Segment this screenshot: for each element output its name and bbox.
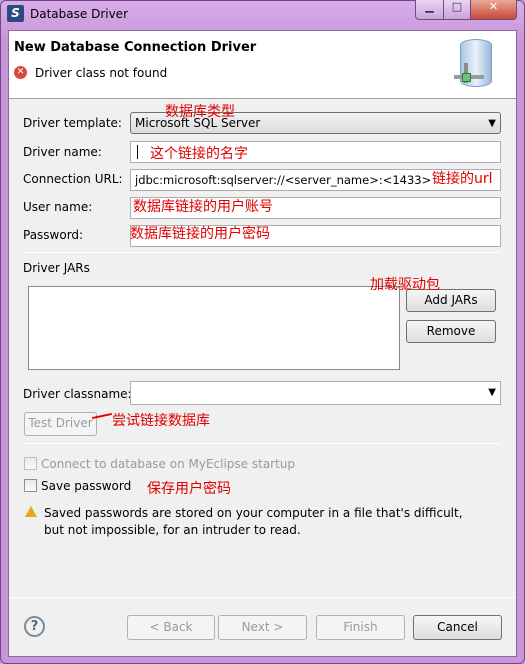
driver-jars-label: Driver JARs <box>23 261 90 275</box>
remove-button[interactable]: Remove <box>406 320 496 343</box>
user-name-label: User name: <box>23 200 93 214</box>
driver-jars-list[interactable] <box>28 286 400 370</box>
close-button[interactable]: ✕ <box>470 0 517 20</box>
save-password-checkbox[interactable] <box>24 479 37 492</box>
annotation-url: 链接的url <box>432 171 493 187</box>
driver-classname-label: Driver classname: <box>23 387 132 401</box>
annotation-template: 数据库类型 <box>165 104 235 120</box>
separator <box>23 443 501 444</box>
connect-startup-checkbox[interactable] <box>24 457 37 470</box>
driver-name-value <box>137 145 138 159</box>
annotation-test: 尝试链接数据库 <box>112 413 210 429</box>
save-password-label: Save password <box>41 479 132 493</box>
error-icon: ✕ <box>14 66 27 79</box>
help-icon[interactable]: ? <box>24 616 45 637</box>
driver-classname-combo[interactable]: ▼ <box>130 381 501 405</box>
connection-url-label: Connection URL: <box>23 172 123 186</box>
finish-button[interactable]: Finish <box>316 615 405 640</box>
connect-startup-label: Connect to database on MyEclipse startup <box>41 457 296 471</box>
error-message: Driver class not found <box>35 66 168 80</box>
password-label: Password: <box>23 228 84 242</box>
footer-separator <box>9 597 516 598</box>
chevron-down-icon: ▼ <box>488 118 496 129</box>
back-button[interactable]: < Back <box>127 615 215 640</box>
window-title: Database Driver <box>30 7 128 21</box>
warning-text: Saved passwords are stored on your compu… <box>44 506 463 537</box>
test-driver-button[interactable]: Test Driver <box>24 412 97 436</box>
database-icon <box>454 39 494 91</box>
next-button[interactable]: Next > <box>218 615 307 640</box>
maximize-button[interactable]: □ <box>443 0 471 20</box>
annotation-user: 数据库链接的用户账号 <box>133 199 273 215</box>
annotation-name: 这个链接的名字 <box>150 146 248 162</box>
driver-name-label: Driver name: <box>23 145 102 159</box>
cancel-button[interactable]: Cancel <box>413 615 502 640</box>
annotation-save: 保存用户密码 <box>147 481 231 497</box>
separator <box>23 252 501 253</box>
wizard-header: New Database Connection Driver ✕ Driver … <box>9 31 516 99</box>
annotation-password: 数据库链接的用户密码 <box>130 226 270 242</box>
chevron-down-icon: ▼ <box>488 387 496 398</box>
wizard-title: New Database Connection Driver <box>14 40 257 55</box>
minimize-button[interactable]: ▁ <box>415 0 444 20</box>
driver-template-label: Driver template: <box>23 116 122 130</box>
annotation-jars: 加载驱动包 <box>370 277 440 293</box>
warning-icon <box>25 506 37 517</box>
app-icon: S <box>7 5 24 22</box>
